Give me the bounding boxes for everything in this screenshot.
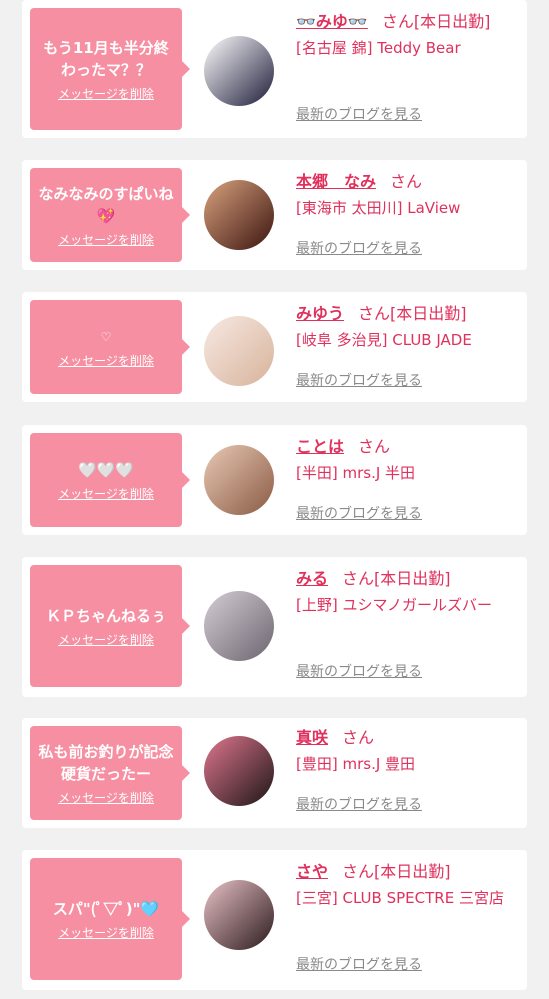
name-line: ことは さん xyxy=(296,433,524,461)
profile-info: 本郷 なみ さん [東海市 太田川] LaView 最新のブログを見る xyxy=(296,168,524,270)
message-text: スパ"(ﾟ▽ﾟ)"🩵 xyxy=(52,899,160,918)
avatar[interactable] xyxy=(204,736,274,806)
honorific: さん xyxy=(358,437,391,456)
delete-message-link[interactable]: メッセージを削除 xyxy=(58,631,154,648)
message-card: なみなみのすぱいね💖 メッセージを削除 本郷 なみ さん [東海市 太田川] La… xyxy=(22,160,527,270)
delete-message-link[interactable]: メッセージを削除 xyxy=(58,352,154,369)
honorific: さん xyxy=(381,12,414,31)
profile-name-link[interactable]: さや xyxy=(296,862,328,881)
message-bubble: 🤍🤍🤍 メッセージを削除 xyxy=(30,433,190,527)
name-line: みゆう さん[本日出勤] xyxy=(296,300,524,328)
latest-blog-link[interactable]: 最新のブログを見る xyxy=(296,794,422,814)
message-bubble: スパ"(ﾟ▽ﾟ)"🩵 メッセージを削除 xyxy=(30,858,190,980)
message-bubble: ♡ メッセージを削除 xyxy=(30,300,190,394)
shop-label: [上野] ユシマノガールズバー xyxy=(296,596,493,614)
profile-info: 👓みゆ👓 さん[本日出勤] [名古屋 錦] Teddy Bear 最新のブログを見… xyxy=(296,8,524,138)
profile-name-link[interactable]: みる xyxy=(296,569,328,588)
honorific: さん xyxy=(390,172,423,191)
message-bubble: なみなみのすぱいね💖 メッセージを削除 xyxy=(30,168,190,262)
status-badge: [本日出勤] xyxy=(390,304,467,323)
shop-label: [岐阜 多治見] CLUB JADE xyxy=(296,331,472,349)
name-line: 真咲 さん xyxy=(296,724,524,752)
name-line: さや さん[本日出勤] xyxy=(296,858,524,886)
message-text: ♡ xyxy=(100,329,112,344)
latest-blog-link[interactable]: 最新のブログを見る xyxy=(296,370,422,390)
profile-info: みる さん[本日出勤] [上野] ユシマノガールズバー 最新のブログを見る xyxy=(296,565,524,697)
avatar[interactable] xyxy=(204,880,274,950)
delete-message-link[interactable]: メッセージを削除 xyxy=(58,485,154,502)
avatar[interactable] xyxy=(204,36,274,106)
shop-label: [半田] mrs.J 半田 xyxy=(296,464,416,482)
profile-name-link[interactable]: 本郷 なみ xyxy=(296,172,376,191)
shop-label: [東海市 太田川] LaView xyxy=(296,199,461,217)
profile-name-link[interactable]: 真咲 xyxy=(296,728,328,747)
message-text: もう11月も半分終わったマ？？ xyxy=(43,38,169,79)
shop-label: [名古屋 錦] Teddy Bear xyxy=(296,39,461,57)
message-text: 私も前お釣りが記念硬貨だったー xyxy=(38,742,174,783)
latest-blog-link[interactable]: 最新のブログを見る xyxy=(296,954,422,974)
delete-message-link[interactable]: メッセージを削除 xyxy=(58,85,154,102)
latest-blog-link[interactable]: 最新のブログを見る xyxy=(296,503,422,523)
message-card: 🤍🤍🤍 メッセージを削除 ことは さん [半田] mrs.J 半田 最新のブログを… xyxy=(22,425,527,535)
status-badge: [本日出勤] xyxy=(413,12,491,31)
message-bubble: 私も前お釣りが記念硬貨だったー メッセージを削除 xyxy=(30,726,190,820)
avatar[interactable] xyxy=(204,445,274,515)
profile-info: さや さん[本日出勤] [三宮] CLUB SPECTRE 三宮店 最新のブログを… xyxy=(296,858,524,990)
profile-name-link[interactable]: 👓みゆ👓 xyxy=(296,12,368,31)
profile-info: ことは さん [半田] mrs.J 半田 最新のブログを見る xyxy=(296,433,524,535)
message-bubble: もう11月も半分終わったマ？？ メッセージを削除 xyxy=(30,8,190,130)
message-card: ＫＰちゃんねるぅ メッセージを削除 みる さん[本日出勤] [上野] ユシマノガー… xyxy=(22,557,527,697)
shop-label: [三宮] CLUB SPECTRE 三宮店 xyxy=(296,889,504,907)
message-text: 🤍🤍🤍 xyxy=(77,460,135,479)
profile-info: みゆう さん[本日出勤] [岐阜 多治見] CLUB JADE 最新のブログを見る xyxy=(296,300,524,402)
status-badge: [本日出勤] xyxy=(374,862,451,881)
profile-name-link[interactable]: みゆう xyxy=(296,304,344,323)
name-line: みる さん[本日出勤] xyxy=(296,565,524,593)
message-card: もう11月も半分終わったマ？？ メッセージを削除 👓みゆ👓 さん[本日出勤] [名… xyxy=(22,0,527,138)
latest-blog-link[interactable]: 最新のブログを見る xyxy=(296,104,422,124)
honorific: さん xyxy=(342,728,375,747)
avatar[interactable] xyxy=(204,591,274,661)
status-badge: [本日出勤] xyxy=(374,569,451,588)
honorific: さん xyxy=(342,569,375,588)
message-bubble: ＫＰちゃんねるぅ メッセージを削除 xyxy=(30,565,190,687)
message-card: 私も前お釣りが記念硬貨だったー メッセージを削除 真咲 さん [豊田] mrs.J… xyxy=(22,718,527,828)
honorific: さん xyxy=(342,862,375,881)
latest-blog-link[interactable]: 最新のブログを見る xyxy=(296,238,422,258)
message-card: スパ"(ﾟ▽ﾟ)"🩵 メッセージを削除 さや さん[本日出勤] [三宮] CLUB… xyxy=(22,850,527,990)
message-card: ♡ メッセージを削除 みゆう さん[本日出勤] [岐阜 多治見] CLUB JAD… xyxy=(22,292,527,402)
message-text: ＫＰちゃんねるぅ xyxy=(45,606,166,625)
name-line: 👓みゆ👓 さん[本日出勤] xyxy=(296,8,524,36)
name-line: 本郷 なみ さん xyxy=(296,168,524,196)
avatar[interactable] xyxy=(204,316,274,386)
shop-label: [豊田] mrs.J 豊田 xyxy=(296,755,416,773)
delete-message-link[interactable]: メッセージを削除 xyxy=(58,231,154,248)
profile-name-link[interactable]: ことは xyxy=(296,437,344,456)
honorific: さん xyxy=(358,304,391,323)
latest-blog-link[interactable]: 最新のブログを見る xyxy=(296,661,422,681)
delete-message-link[interactable]: メッセージを削除 xyxy=(58,789,154,806)
message-text: なみなみのすぱいね💖 xyxy=(38,184,174,225)
delete-message-link[interactable]: メッセージを削除 xyxy=(58,924,154,941)
profile-info: 真咲 さん [豊田] mrs.J 豊田 最新のブログを見る xyxy=(296,724,524,828)
avatar[interactable] xyxy=(204,180,274,250)
